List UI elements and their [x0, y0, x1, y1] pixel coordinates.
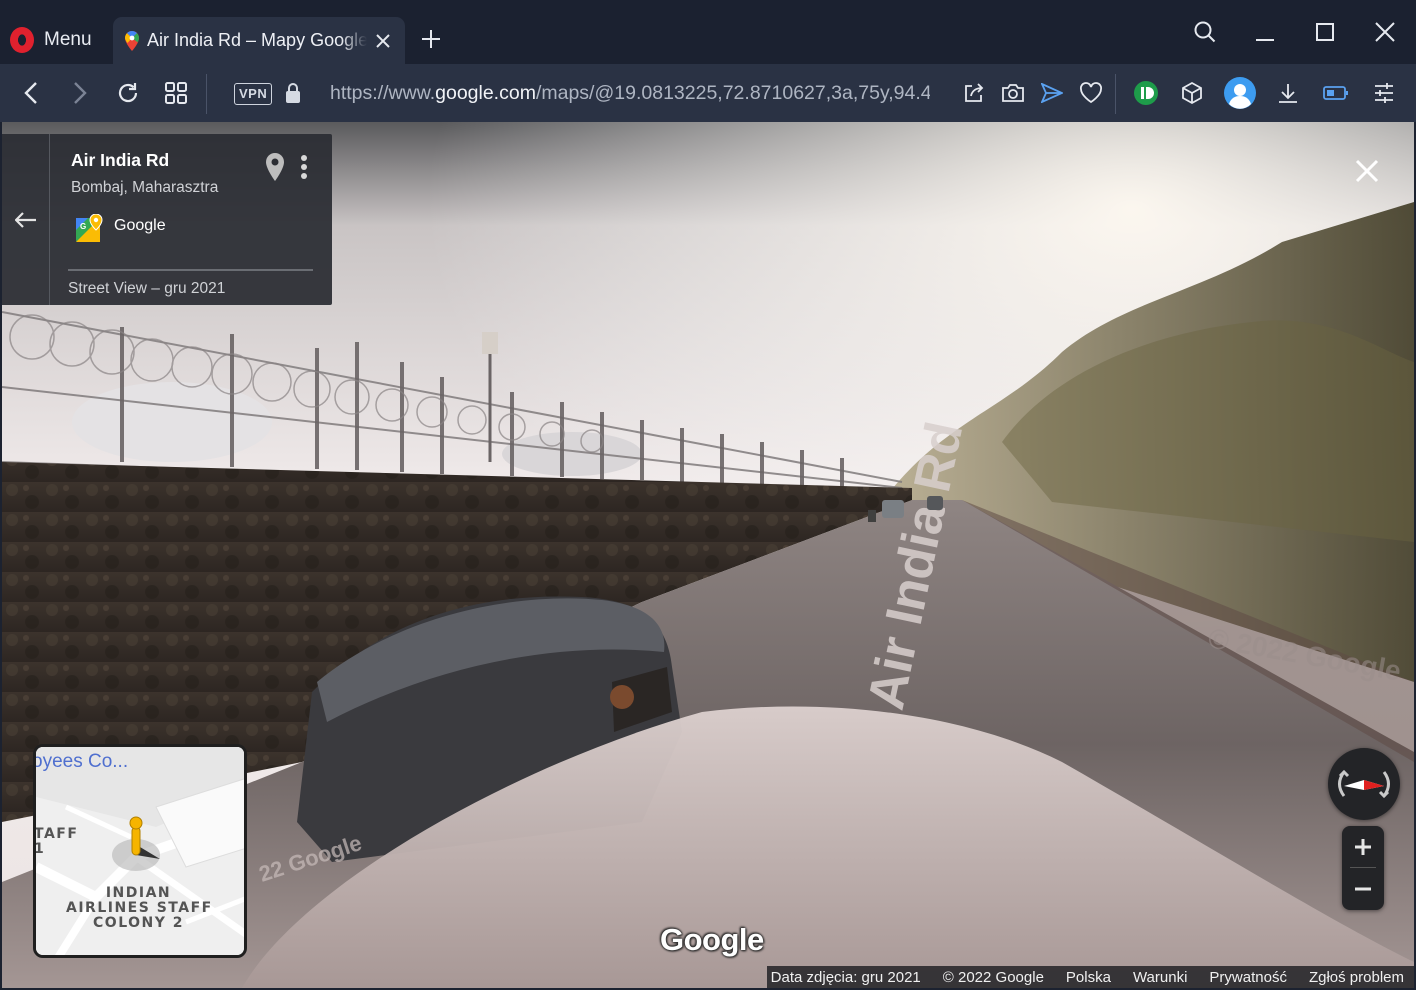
toolbar-divider — [1115, 74, 1116, 114]
mini-map-poi-label: oyees Co... — [33, 751, 129, 772]
vpn-badge[interactable]: VPN — [234, 83, 273, 105]
grid-icon — [165, 82, 187, 104]
svg-text:G: G — [80, 222, 86, 231]
extension-green-icon — [1134, 81, 1158, 105]
google-maps-logo-icon: G — [76, 214, 103, 242]
url-path: /maps/@19.0813225,72.8710627,3a,75y,94.4… — [535, 82, 930, 104]
place-title: Air India Rd — [71, 150, 170, 170]
reload-icon — [118, 83, 138, 103]
tab-title: Air India Rd – Mapy Google — [147, 30, 367, 50]
forward-arrow-icon — [74, 82, 87, 104]
minus-icon — [1355, 887, 1371, 891]
tab-overview-button[interactable] — [160, 77, 192, 109]
download-icon — [1279, 84, 1297, 103]
minimize-button[interactable] — [1247, 14, 1283, 50]
close-window-button[interactable] — [1367, 14, 1403, 50]
maximize-icon — [1316, 23, 1334, 41]
forward-button[interactable] — [63, 77, 95, 109]
close-tab-icon[interactable] — [375, 33, 391, 49]
search-icon — [1194, 21, 1216, 43]
arrow-left-icon — [14, 211, 36, 228]
mini-map[interactable]: oyees Co... TAFF 1 INDIAN AIRLINES STAFF… — [33, 744, 247, 958]
compass-control[interactable] — [1328, 748, 1400, 820]
source-label: Google — [114, 217, 166, 234]
country-link[interactable]: Polska — [1066, 969, 1111, 986]
reload-button[interactable] — [112, 77, 144, 109]
bookmark-button[interactable] — [1075, 77, 1107, 109]
toolbar-divider — [206, 74, 207, 114]
heart-icon — [1080, 82, 1102, 104]
camera-icon — [1002, 84, 1024, 102]
copyright: © 2022 Google — [942, 968, 1044, 986]
attribution-footer: Data zdjęcia: gru 2021 © 2022 Google Pol… — [766, 966, 1414, 988]
back-arrow-icon — [24, 82, 37, 104]
extension-button[interactable] — [1130, 77, 1162, 109]
share-button[interactable] — [958, 77, 990, 109]
navigation-toolbar: VPN https://www.google.com/maps/@19.0813… — [0, 64, 1416, 122]
back-button[interactable] — [16, 77, 48, 109]
downloads-button[interactable] — [1272, 77, 1304, 109]
url-host: google.com — [435, 82, 536, 104]
easy-setup-button[interactable] — [1368, 77, 1400, 109]
search-tabs-button[interactable] — [1187, 14, 1223, 50]
tab-strip: Menu Air India Rd – Mapy Google — [0, 0, 1416, 64]
send-icon — [1041, 83, 1063, 103]
close-street-view-icon[interactable] — [1354, 158, 1380, 184]
back-to-map-button[interactable] — [2, 134, 50, 305]
cube-icon — [1182, 81, 1202, 105]
tab-google-maps[interactable]: Air India Rd – Mapy Google — [113, 17, 405, 64]
capture-date: Street View – gru 2021 — [68, 280, 226, 297]
zoom-in-button[interactable] — [1342, 826, 1384, 868]
lock-icon[interactable] — [285, 82, 301, 104]
extensions-button[interactable] — [1176, 77, 1208, 109]
location-pin-icon[interactable] — [264, 152, 286, 182]
google-logo: Google — [660, 922, 764, 957]
profile-button[interactable] — [1224, 77, 1256, 109]
close-icon — [1375, 22, 1395, 42]
maximize-button[interactable] — [1307, 14, 1343, 50]
opera-logo-icon — [10, 27, 34, 53]
battery-saver-button[interactable] — [1320, 77, 1352, 109]
place-info-panel: Air India Rd Bombaj, Maharasztra G Googl… — [2, 134, 332, 305]
terms-link[interactable]: Warunki — [1133, 969, 1187, 986]
street-view-viewport[interactable]: Air India Rd © 2022 Google 22 Google Air… — [2, 122, 1414, 988]
panel-divider — [68, 269, 313, 271]
place-subtitle: Bombaj, Maharasztra — [71, 179, 219, 196]
opera-menu-button[interactable]: Menu — [10, 22, 92, 58]
google-maps-favicon-icon — [125, 30, 139, 51]
settings-sliders-icon — [1375, 83, 1393, 103]
snapshot-button[interactable] — [997, 77, 1029, 109]
avatar-icon — [1224, 77, 1256, 109]
send-to-flow-button[interactable] — [1036, 77, 1068, 109]
photo-date: Data zdjęcia: gru 2021 — [770, 968, 921, 986]
minimize-icon — [1256, 39, 1274, 41]
battery-icon — [1323, 86, 1348, 100]
plus-icon — [1355, 839, 1371, 855]
zoom-out-button[interactable] — [1342, 868, 1384, 910]
privacy-link[interactable]: Prywatność — [1209, 969, 1287, 986]
compass-icon — [1338, 769, 1390, 799]
menu-label: Menu — [44, 29, 92, 50]
new-tab-icon[interactable] — [421, 29, 441, 49]
share-icon — [965, 83, 984, 102]
more-options-icon[interactable] — [300, 154, 308, 180]
url-prefix: https://www. — [330, 82, 436, 104]
mini-map-label-staff: TAFF 1 — [34, 826, 79, 857]
address-field[interactable]: https://www.google.com/maps/@19.0813225,… — [330, 79, 930, 107]
zoom-control — [1342, 826, 1384, 910]
mini-map-label-colony: INDIAN AIRLINES STAFF COLONY 2 — [66, 885, 213, 931]
report-problem-link[interactable]: Zgłoś problem — [1309, 969, 1404, 986]
